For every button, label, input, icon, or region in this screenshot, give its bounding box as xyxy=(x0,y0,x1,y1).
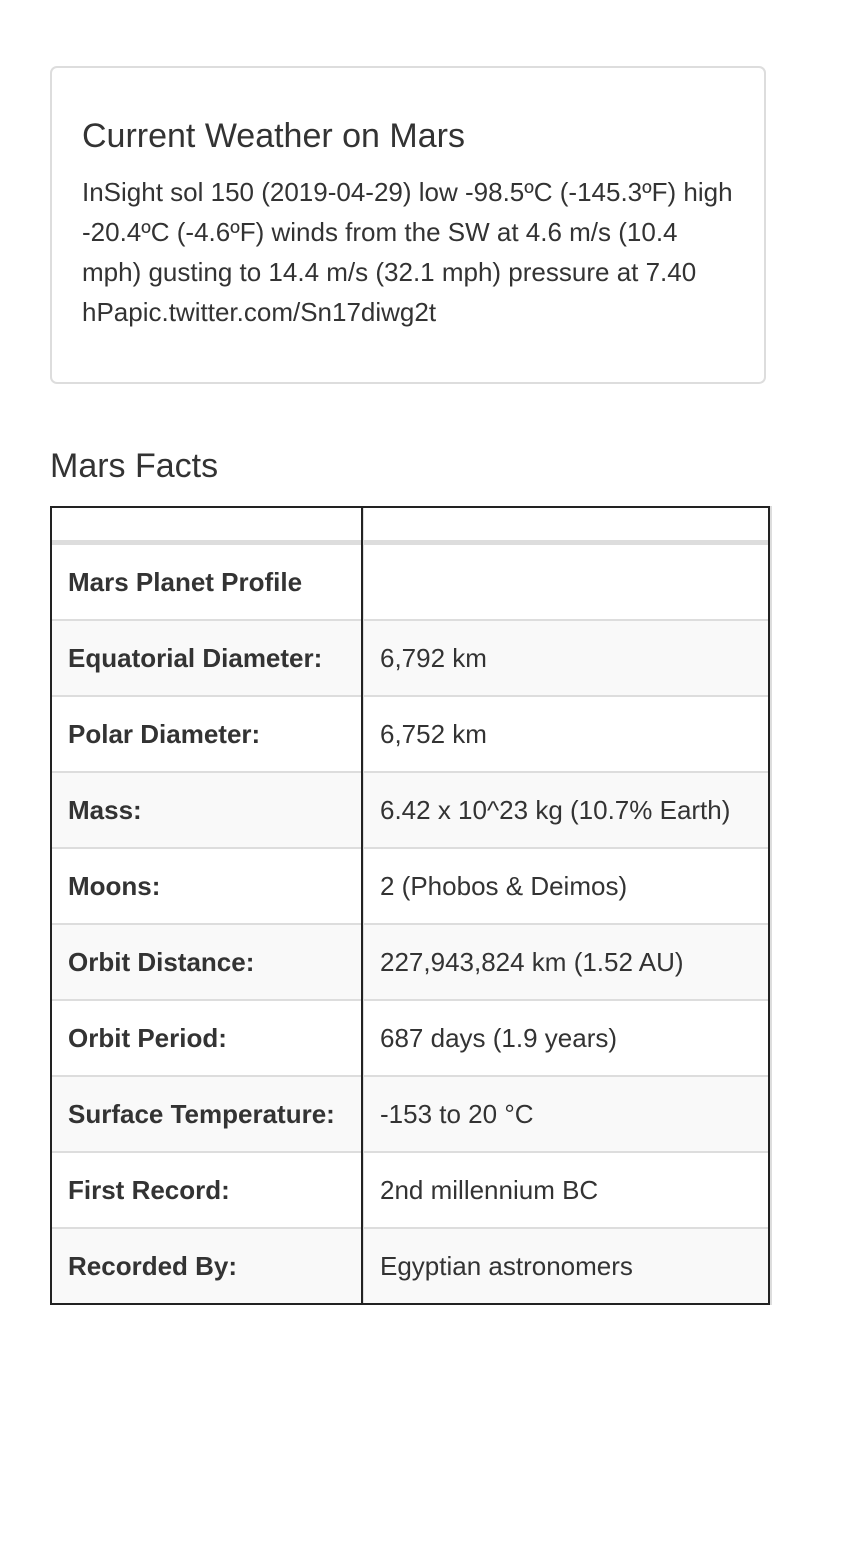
weather-panel: Current Weather on Mars InSight sol 150 … xyxy=(50,66,766,384)
fact-label: Recorded By: xyxy=(50,1227,364,1305)
table-row: Equatorial Diameter: 6,792 km xyxy=(50,619,772,697)
fact-label: Orbit Period: xyxy=(50,999,364,1077)
table-row: Mass: 6.42 x 10^23 kg (10.7% Earth) xyxy=(50,771,772,849)
fact-label: Polar Diameter: xyxy=(50,695,364,773)
fact-value: 2nd millennium BC xyxy=(362,1151,772,1229)
fact-value xyxy=(362,541,772,621)
table-row: Surface Temperature: -153 to 20 °C xyxy=(50,1075,772,1153)
table-row: Polar Diameter: 6,752 km xyxy=(50,695,772,773)
fact-label: Mars Planet Profile xyxy=(50,541,364,621)
fact-label: Surface Temperature: xyxy=(50,1075,364,1153)
weather-text: InSight sol 150 (2019-04-29) low -98.5ºC… xyxy=(82,177,733,327)
weather-title: Current Weather on Mars xyxy=(82,117,465,155)
fact-value: 6,752 km xyxy=(362,695,772,773)
fact-value: Egyptian astronomers xyxy=(362,1227,772,1305)
table-header-cell xyxy=(50,506,364,545)
fact-value: 2 (Phobos & Deimos) xyxy=(362,847,772,925)
fact-value: 6,792 km xyxy=(362,619,772,697)
table-header-row xyxy=(50,506,772,545)
table-header-cell xyxy=(362,506,772,545)
mars-facts-table: Mars Planet Profile Equatorial Diameter:… xyxy=(50,506,772,1305)
table-row: Orbit Distance: 227,943,824 km (1.52 AU) xyxy=(50,923,772,1001)
fact-value: 687 days (1.9 years) xyxy=(362,999,772,1077)
fact-label: Moons: xyxy=(50,847,364,925)
fact-label: Mass: xyxy=(50,771,364,849)
facts-title: Mars Facts xyxy=(50,447,219,485)
table-row: Orbit Period: 687 days (1.9 years) xyxy=(50,999,772,1077)
fact-label: First Record: xyxy=(50,1151,364,1229)
fact-label: Orbit Distance: xyxy=(50,923,364,1001)
table-row: First Record: 2nd millennium BC xyxy=(50,1151,772,1229)
fact-label: Equatorial Diameter: xyxy=(50,619,364,697)
table-row: Moons: 2 (Phobos & Deimos) xyxy=(50,847,772,925)
fact-value: 6.42 x 10^23 kg (10.7% Earth) xyxy=(362,771,772,849)
fact-value: 227,943,824 km (1.52 AU) xyxy=(362,923,772,1001)
fact-value: -153 to 20 °C xyxy=(362,1075,772,1153)
table-row: Mars Planet Profile xyxy=(50,541,772,621)
table-row: Recorded By: Egyptian astronomers xyxy=(50,1227,772,1305)
